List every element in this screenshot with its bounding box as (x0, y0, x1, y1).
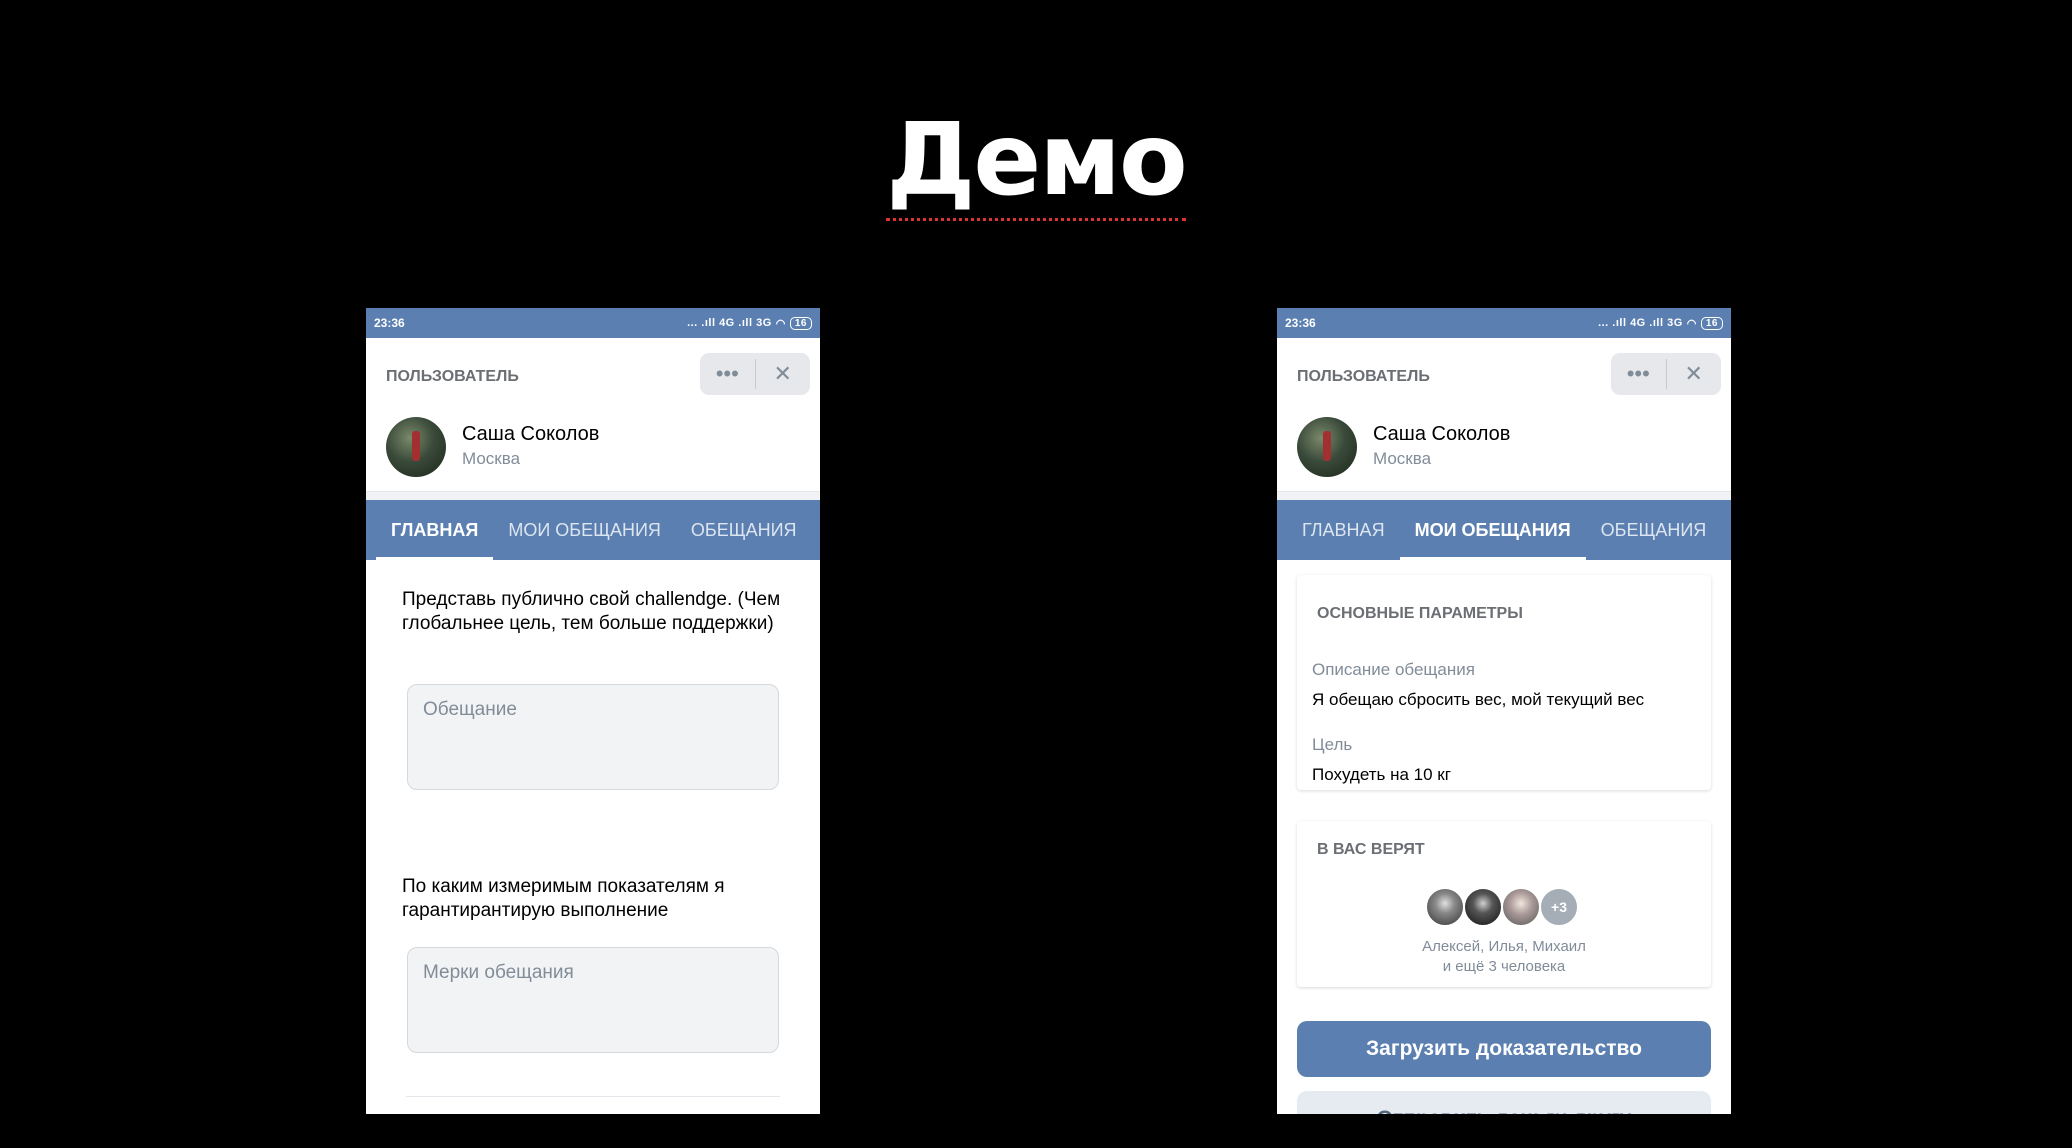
tab-promises[interactable]: ОБЕЩАНИЯ (1586, 500, 1722, 560)
header-separator (1277, 491, 1731, 500)
user-city: Москва (1373, 449, 1432, 468)
tab-main[interactable]: ГЛАВНАЯ (1287, 500, 1400, 560)
metrics-prompt: По каким измеримым показателям я гаранти… (402, 876, 725, 921)
content-divider (406, 1096, 780, 1097)
battery-icon: 16 (789, 316, 812, 330)
avatar[interactable] (386, 417, 446, 477)
believers-more-badge: +3 (1539, 887, 1579, 927)
header-label: ПОЛЬЗОВАТЕЛЬ (1297, 368, 1430, 385)
avatar[interactable] (1297, 417, 1357, 477)
profile-header: ПОЛЬЗОВАТЕЛЬ ••• ✕ Саша Соколов Москва (1277, 338, 1731, 500)
promise-field[interactable]: Обещание (407, 684, 779, 790)
promise-metrics-field[interactable]: Мерки обещания (407, 947, 779, 1053)
user-name: Саша Соколов (462, 423, 600, 445)
phone-screen-main: 23:36 ... .ıll 4G .ıll 3G ◠ 16 ПОЛЬЗОВАТ… (366, 308, 820, 1114)
secondary-action-button[interactable]: Отправить деньги другу (1297, 1091, 1711, 1114)
app-controls: ••• ✕ (1611, 353, 1721, 395)
phone-screen-my-promises: 23:36 ... .ıll 4G .ıll 3G ◠ 16 ПОЛЬЗОВАТ… (1277, 308, 1731, 1114)
signal-icon: ... .ıll 4G .ıll 3G (687, 317, 772, 329)
status-bar: 23:36 ... .ıll 4G .ıll 3G ◠ 16 (366, 308, 820, 338)
believers-avatars[interactable]: +3 (1297, 887, 1711, 929)
tab-bar: ГЛАВНАЯ МОИ ОБЕЩАНИЯ ОБЕЩАНИЯ (366, 500, 820, 560)
params-card: ОСНОВНЫЕ ПАРАМЕТРЫ Описание обещания Я о… (1297, 575, 1711, 790)
close-icon[interactable]: ✕ (1667, 353, 1722, 395)
tab-my-promises[interactable]: МОИ ОБЕЩАНИЯ (1399, 500, 1586, 560)
believer-avatar (1501, 887, 1541, 927)
signal-icon: ... .ıll 4G .ıll 3G (1598, 317, 1683, 329)
believers-section-title: В ВАС ВЕРЯТ (1317, 841, 1425, 858)
status-bar: 23:36 ... .ıll 4G .ıll 3G ◠ 16 (1277, 308, 1731, 338)
user-name: Саша Соколов (1373, 423, 1511, 445)
wifi-icon: ◠ (775, 317, 786, 330)
goal-value: Похудеть на 10 кг (1312, 765, 1451, 784)
slide-title-text: Демо (886, 101, 1188, 221)
status-icons: ... .ıll 4G .ıll 3G ◠ 16 (687, 316, 812, 330)
goal-label: Цель (1312, 735, 1353, 754)
slide-title: Демо (0, 100, 2072, 221)
status-time: 23:36 (374, 316, 405, 330)
close-icon[interactable]: ✕ (756, 353, 811, 395)
profile-header: ПОЛЬЗОВАТЕЛЬ ••• ✕ Саша Соколов Москва (366, 338, 820, 500)
description-value: Я обещаю сбросить вес, мой текущий вес (1312, 690, 1645, 709)
more-options-icon[interactable]: ••• (700, 353, 755, 395)
tab-my-promises[interactable]: МОИ ОБЕЩАНИЯ (493, 500, 676, 560)
header-separator (366, 491, 820, 500)
battery-icon: 16 (1700, 316, 1723, 330)
user-city: Москва (462, 449, 521, 468)
tab-bar: ГЛАВНАЯ МОИ ОБЕЩАНИЯ ОБЕЩАНИЯ (1277, 500, 1731, 560)
believers-card: В ВАС ВЕРЯТ +3 Алексей, Илья, Михаил и е… (1297, 821, 1711, 987)
more-options-icon[interactable]: ••• (1611, 353, 1666, 395)
wifi-icon: ◠ (1686, 317, 1697, 330)
tab-main[interactable]: ГЛАВНАЯ (376, 500, 494, 560)
challenge-prompt: Представь публично свой challendge. (Чем… (402, 589, 781, 634)
upload-proof-button[interactable]: Загрузить доказательство (1297, 1021, 1711, 1077)
params-section-title: ОСНОВНЫЕ ПАРАМЕТРЫ (1317, 605, 1523, 622)
tab-promises[interactable]: ОБЕЩАНИЯ (676, 500, 812, 560)
app-controls: ••• ✕ (700, 353, 810, 395)
believers-names: Алексей, Илья, Михаил (1422, 938, 1586, 955)
status-time: 23:36 (1285, 316, 1316, 330)
header-label: ПОЛЬЗОВАТЕЛЬ (386, 368, 519, 385)
believers-more-text: и ещё 3 человека (1442, 958, 1566, 975)
believer-avatar (1463, 887, 1503, 927)
description-label: Описание обещания (1312, 660, 1475, 679)
status-icons: ... .ıll 4G .ıll 3G ◠ 16 (1598, 316, 1723, 330)
believer-avatar (1425, 887, 1465, 927)
